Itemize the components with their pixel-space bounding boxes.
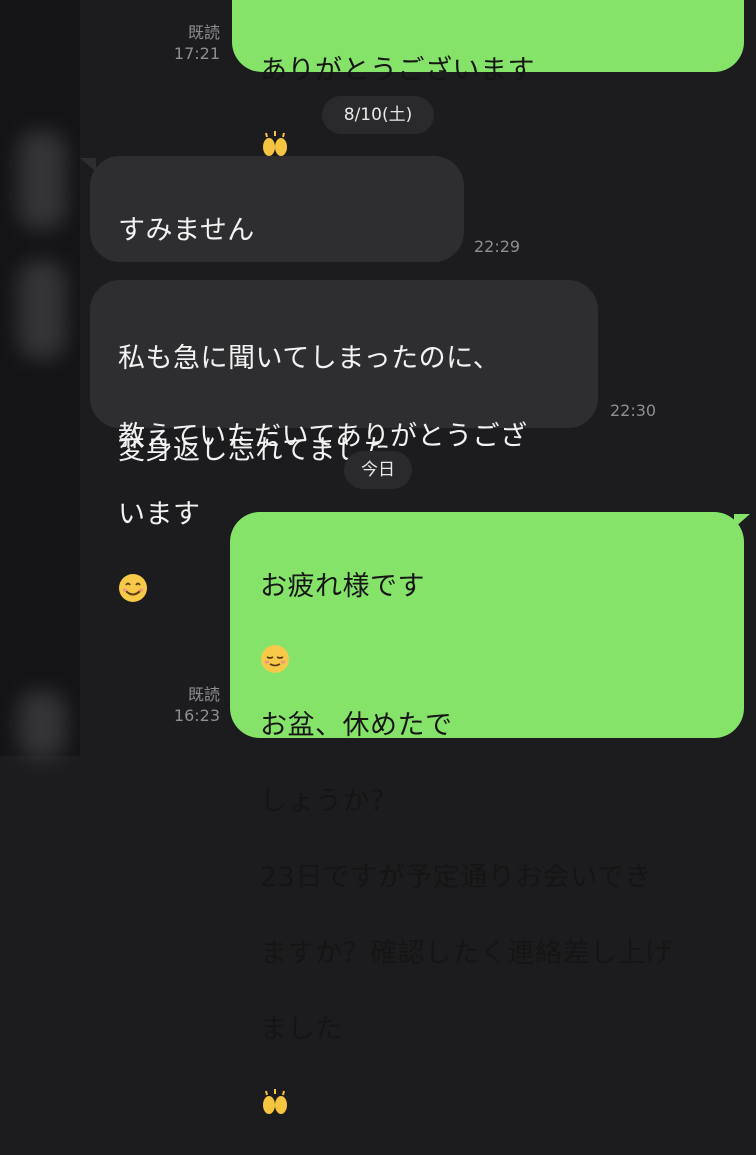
message-text-line: すみません [118,215,255,246]
message-text-line: 23日ですが予定通りお会いでき [260,862,653,893]
blurred-avatar [18,690,66,760]
message-bubble-incoming[interactable]: 私も急に聞いてしまったのに、 教えていただいてありがとうござ います [90,280,598,602]
message-time: 22:30 [610,401,657,420]
raising-hands-icon [260,1049,290,1114]
message-text-line: います [118,499,201,530]
read-label: 既読 [187,685,220,704]
message-text-line: しょうか？ [260,786,398,817]
blurred-left-column [0,0,80,760]
message-time: 16:23 [173,706,220,725]
relieved-smile-icon [260,606,290,673]
message-text-line: お盆、休めたで [260,710,453,741]
message-time: 22:29 [474,237,521,256]
message-bubble-outgoing[interactable]: お疲れ様です お盆、休めたで しょうか？ 23日ですが予定通りお会いでき ますか… [230,512,744,1114]
read-label: 既読 [187,23,220,42]
raising-hands-icon [260,90,290,156]
message-text-line: 私も急に聞いてしまったのに、 [118,343,501,374]
message-text-line: ました [260,1014,343,1045]
message-time: 17:21 [173,44,220,63]
person-bowing-icon [118,250,148,317]
message-text-line: 教えていただいてありがとうござ [118,421,528,452]
date-separator: 8/10(土) [322,96,434,134]
read-receipt: 既読 16:23 [160,684,220,726]
blurred-avatar [18,260,66,360]
smiling-face-icon [118,534,148,602]
message-text-line: ますか？確認したく連絡差し上げ [260,938,673,969]
message-text-line: お疲れ様です [260,571,425,602]
blurred-avatar [18,130,66,230]
date-separator: 今日 [344,451,412,489]
message-text: ありがとうございます [260,55,535,86]
message-bubble-incoming[interactable]: すみません 変身返し忘れてました、 [90,156,464,466]
read-receipt: 既読 17:21 [160,22,220,64]
message-bubble-outgoing[interactable]: ありがとうございます [232,0,744,156]
